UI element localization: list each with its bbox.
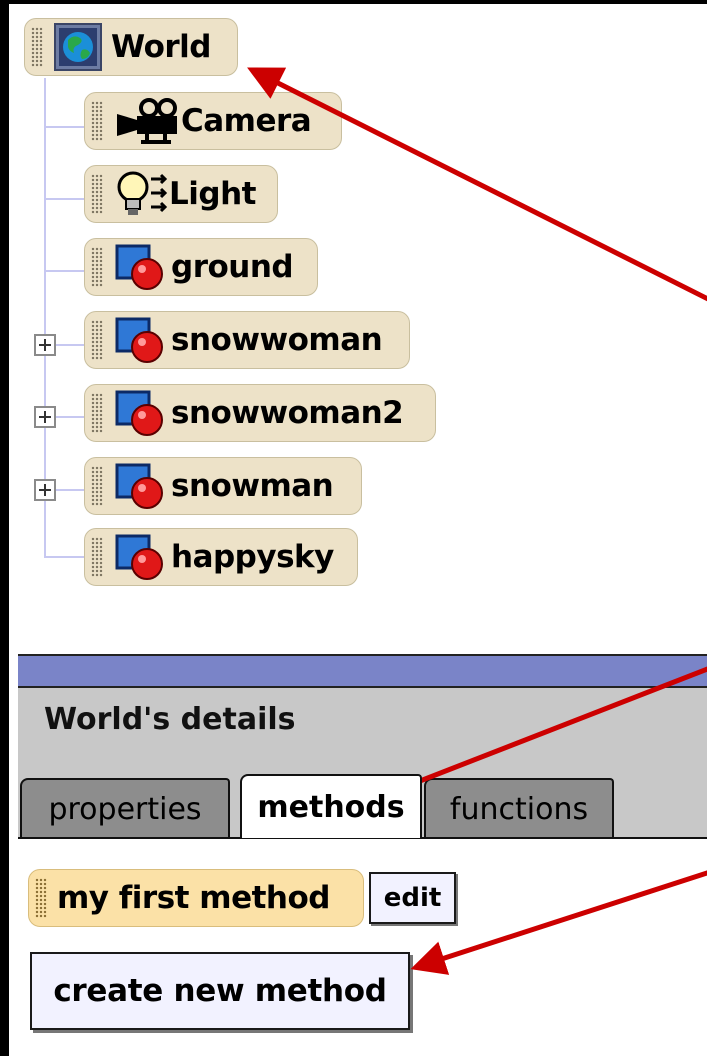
tree-item-snowman[interactable]: snowman <box>84 457 362 515</box>
tree-item-snowwoman2[interactable]: snowwoman2 <box>84 384 436 442</box>
tab-properties[interactable]: properties <box>20 778 230 838</box>
expand-snowman-icon[interactable] <box>34 479 56 501</box>
edit-button[interactable]: edit <box>369 872 456 924</box>
object-tree: World Camera Light ground snowwoman snow… <box>18 8 707 654</box>
movie-camera-icon <box>111 96 181 146</box>
tree-branch-line <box>44 198 84 200</box>
tree-item-label: snowwoman2 <box>171 395 404 431</box>
tab-methods[interactable]: methods <box>240 774 422 838</box>
tree-item-label: Light <box>169 176 256 212</box>
tab-functions[interactable]: functions <box>424 778 614 838</box>
tree-item-world[interactable]: World <box>24 18 238 76</box>
tree-branch-line <box>44 126 84 128</box>
object-icon <box>111 461 167 511</box>
tree-item-ground[interactable]: ground <box>84 238 318 296</box>
tree-item-snowwoman[interactable]: snowwoman <box>84 311 410 369</box>
drag-grip[interactable] <box>91 466 103 506</box>
details-panel: World's details properties methods funct… <box>18 688 707 839</box>
create-new-method-button[interactable]: create new method <box>30 952 410 1030</box>
object-icon <box>111 388 167 438</box>
tree-item-label: Camera <box>181 103 312 139</box>
object-icon <box>111 532 167 582</box>
panel-splitter[interactable] <box>18 654 707 688</box>
tree-item-light[interactable]: Light <box>84 165 278 223</box>
expand-snowwoman2-icon[interactable] <box>34 406 56 428</box>
tree-item-label: happysky <box>171 539 334 575</box>
tree-item-happysky[interactable]: happysky <box>84 528 358 586</box>
drag-grip[interactable] <box>91 320 103 360</box>
tree-item-camera[interactable]: Camera <box>84 92 342 150</box>
window-frame: World Camera Light ground snowwoman snow… <box>0 0 707 1060</box>
light-bulb-icon <box>111 169 173 219</box>
tree-branch-line <box>56 489 84 491</box>
drag-grip[interactable] <box>91 101 103 141</box>
expand-snowwoman-icon[interactable] <box>34 334 56 356</box>
tree-branch-line <box>44 556 84 558</box>
tree-branch-line <box>44 270 84 272</box>
tree-item-label: World <box>111 29 212 65</box>
method-tile[interactable]: my first method <box>28 869 364 927</box>
details-title: World's details <box>44 702 296 737</box>
drag-grip[interactable] <box>91 247 103 287</box>
drag-grip[interactable] <box>35 878 47 918</box>
method-name: my first method <box>57 880 330 916</box>
tree-item-label: snowwoman <box>171 322 383 358</box>
tree-item-label: ground <box>171 249 294 285</box>
tree-branch-line <box>56 416 84 418</box>
drag-grip[interactable] <box>91 537 103 577</box>
globe-icon <box>51 22 107 72</box>
drag-grip[interactable] <box>91 174 103 214</box>
methods-panel: my first method edit create new method <box>18 839 707 1060</box>
object-icon <box>111 242 167 292</box>
drag-grip[interactable] <box>31 27 43 67</box>
drag-grip[interactable] <box>91 393 103 433</box>
tree-item-label: snowman <box>171 468 334 504</box>
object-icon <box>111 315 167 365</box>
tree-branch-line <box>56 344 84 346</box>
